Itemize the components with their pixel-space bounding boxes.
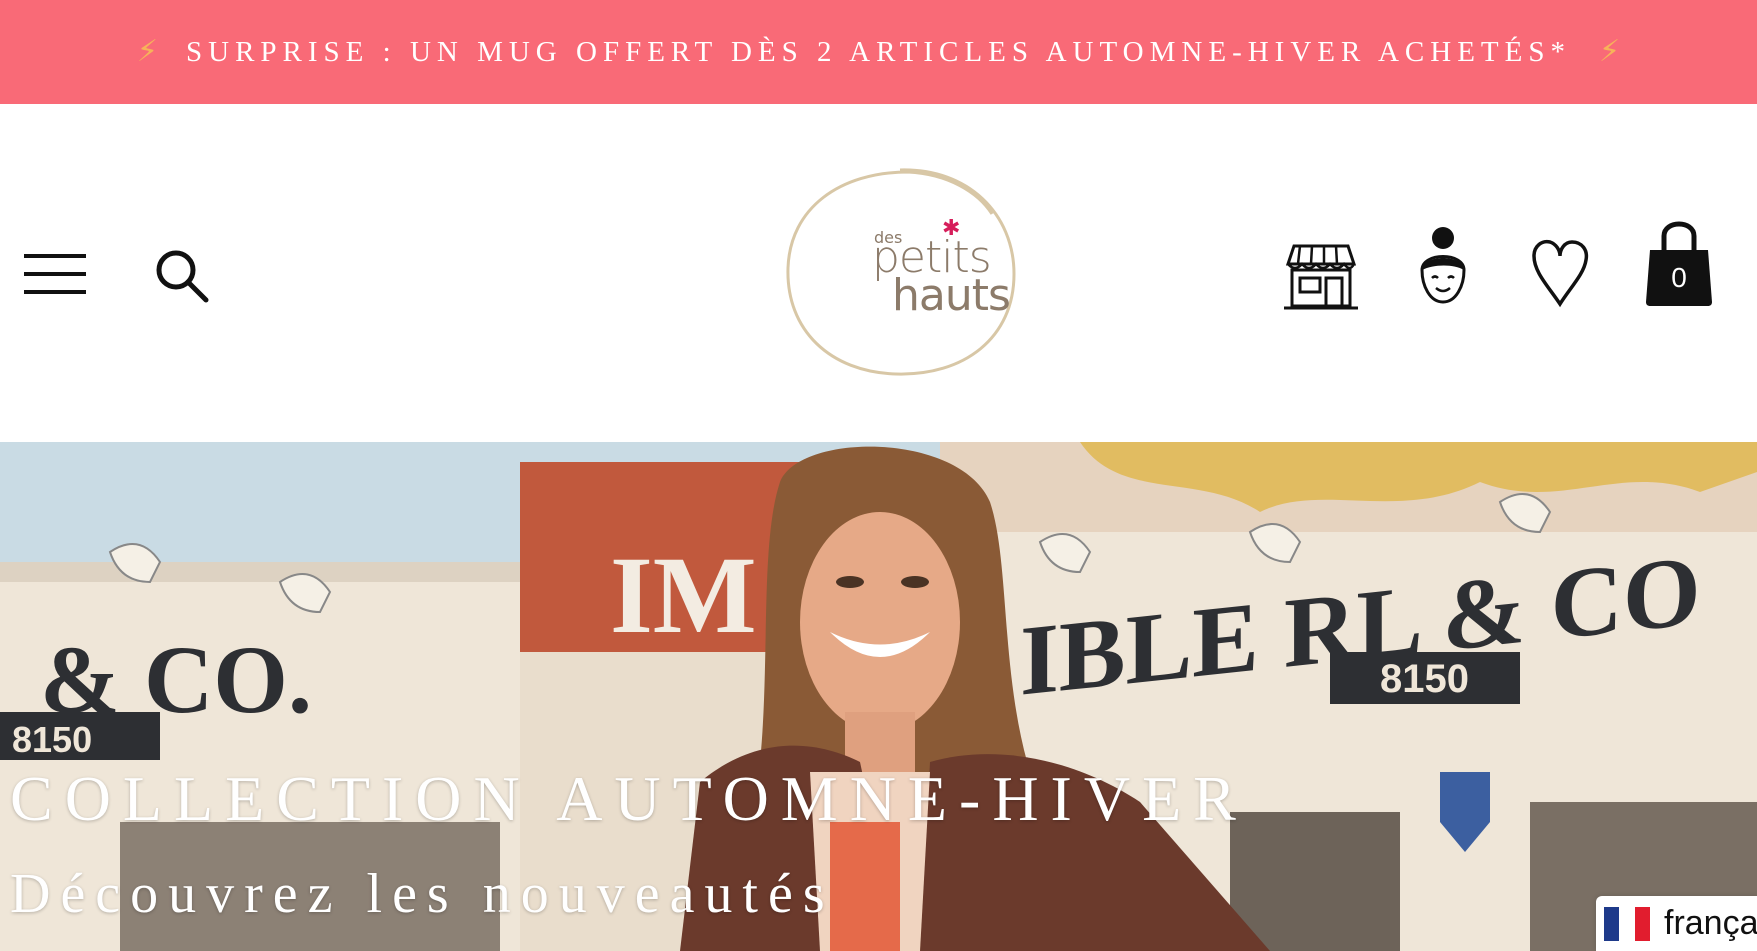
announcement-content: ⚡ Surprise : un mug offert dès 2 article… (137, 36, 1620, 69)
store-locator-icon[interactable] (1284, 238, 1358, 312)
svg-text:8150: 8150 (1380, 657, 1469, 701)
wishlist-heart-icon[interactable] (1530, 238, 1590, 308)
announcement-text: Surprise : un mug offert dès 2 articles … (186, 35, 1571, 68)
language-switcher[interactable]: français (1596, 896, 1757, 951)
account-icon[interactable] (1414, 226, 1472, 310)
hero-title: Collection automne-hiver (10, 763, 1248, 834)
logo-text-hauts: hauts (892, 270, 1011, 321)
brand-logo[interactable]: des ✱ petits hauts (778, 162, 1022, 382)
announcement-bar[interactable]: ⚡ Surprise : un mug offert dès 2 article… (0, 0, 1757, 104)
language-label: français (1664, 904, 1757, 942)
cart-bag-icon[interactable]: 0 (1644, 216, 1714, 308)
cart-count-badge: 0 (1671, 262, 1687, 293)
hamburger-menu-icon[interactable] (24, 254, 86, 298)
svg-text:8150: 8150 (12, 719, 92, 760)
lightning-icon: ⚡ (1598, 34, 1621, 69)
france-flag-icon (1604, 906, 1650, 941)
hero-subtitle-link[interactable]: Découvrez les nouveautés (10, 862, 835, 926)
search-icon[interactable] (152, 246, 212, 306)
lightning-icon: ⚡ (136, 34, 158, 69)
svg-text:IM: IM (610, 534, 757, 656)
hero-banner[interactable]: & CO. 8150 IBLE RL & CO 8150 IM Collecti… (0, 442, 1757, 951)
site-header: des ✱ petits hauts 0 (0, 104, 1757, 442)
